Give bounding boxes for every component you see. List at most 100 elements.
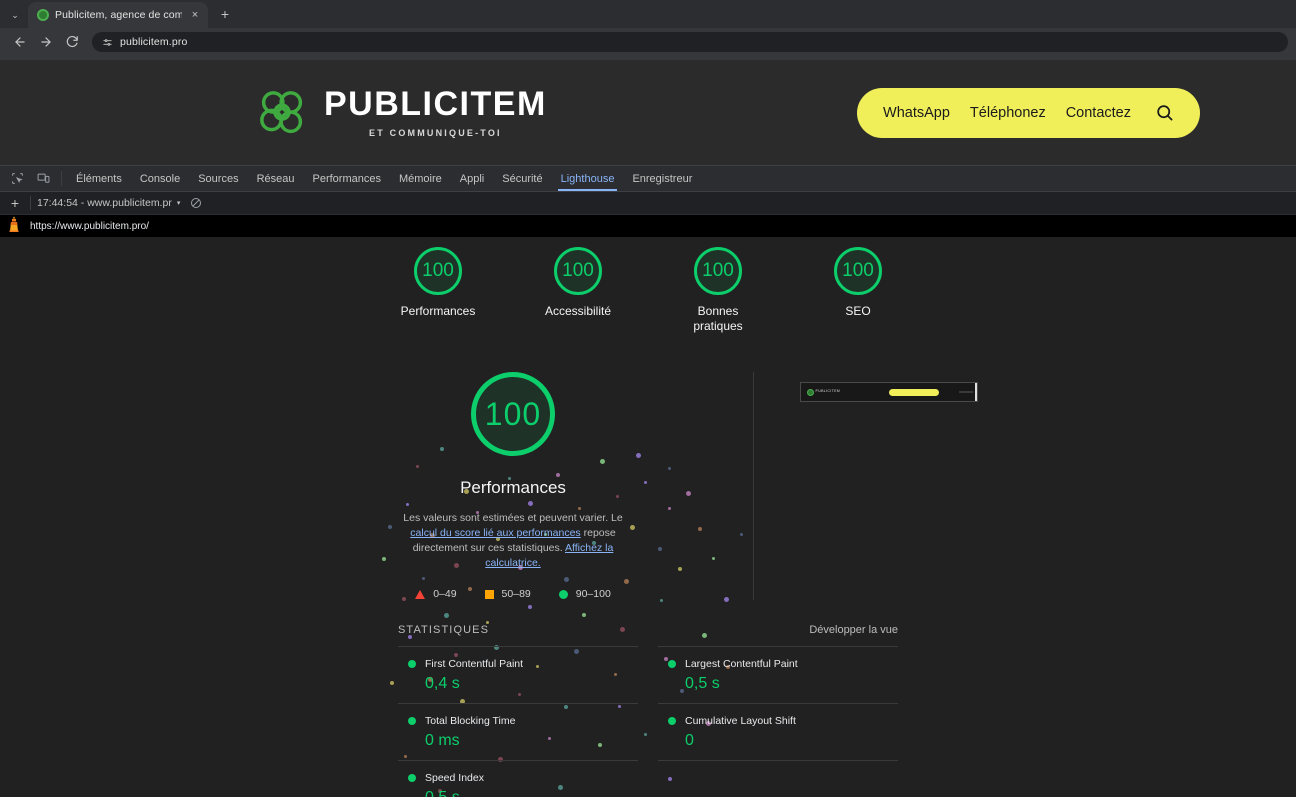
metric-label: Largest Contentful Paint [685,658,798,670]
clear-icon[interactable] [190,197,202,209]
site-logo[interactable]: PUBLICITEM ET COMMUNIQUE-TOI [254,85,547,141]
site-nav-pill: WhatsApp Téléphonez Contactez [857,87,1200,138]
devtools-tab-elements[interactable]: Éléments [67,166,131,191]
devtools-tab-security[interactable]: Sécurité [493,166,551,191]
report-run-select[interactable]: 17:44:54 - www.publicitem.pr ▾ [37,197,180,209]
expand-view-button[interactable]: Développer la vue [809,624,898,636]
devtools-tab-network[interactable]: Réseau [248,166,304,191]
devtools-tabbar: Éléments Console Sources Réseau Performa… [0,166,1296,192]
status-pass-icon [408,717,416,725]
gauge-score: 100 [834,247,882,295]
nav-link-telephonez[interactable]: Téléphonez [970,105,1046,121]
metric-header: Speed Index [408,772,638,784]
inspect-element-icon[interactable] [4,166,30,191]
browser-tab-title: Publicitem, agence de commun [55,9,182,21]
metric-total-blocking-time[interactable]: Total Blocking Time 0 ms [398,703,638,760]
thumbnail-logo-icon [806,388,814,396]
chevron-down-icon: ▾ [176,200,181,207]
toolbar-divider [61,171,62,186]
forward-icon[interactable] [34,30,58,54]
statistics-header: STATISTIQUES Développer la vue [398,624,898,636]
metric-largest-contentful-paint[interactable]: Largest Contentful Paint 0,5 s [658,646,898,703]
gauge-accessibilite[interactable]: 100 Accessibilité [522,247,634,334]
gauge-score: 100 [694,247,742,295]
back-icon[interactable] [8,30,32,54]
page-title: Performances [460,478,566,497]
devtools-panel: Éléments Console Sources Réseau Performa… [0,165,1296,797]
browser-toolbar: publicitem.pro [0,28,1296,56]
legend-range: 0–49 [433,588,457,600]
devtools-tab-performance[interactable]: Performances [304,166,390,191]
browser-tab[interactable]: Publicitem, agence de commun × [28,2,208,28]
legend-range: 90–100 [575,588,611,600]
legend-item-pass: 90–100 [558,588,611,600]
triangle-icon [415,589,426,599]
close-icon[interactable]: × [188,8,202,22]
metric-label: Speed Index [425,772,484,784]
metric-first-contentful-paint[interactable]: First Contentful Paint 0,4 s [398,646,638,703]
devtools-tab-sources[interactable]: Sources [189,166,247,191]
gauge-score: 100 [414,247,462,295]
site-favicon-icon [37,9,49,21]
circle-icon [558,589,568,599]
clover-logo-icon [260,90,303,133]
devtools-tab-recorder[interactable]: Enregistreur [623,166,701,191]
lighthouse-icon [8,216,20,237]
gauge-label: SEO [845,304,871,318]
gauge-seo[interactable]: 100 SEO [802,247,914,334]
disclaimer-part-1: Les valeurs sont estimées et peuvent var… [403,512,623,524]
status-pass-icon [668,660,676,668]
gauge-label: Bonnes pratiques [693,304,743,333]
gauge-performances[interactable]: 100 Performances [382,247,494,334]
omnibox[interactable]: publicitem.pro [92,32,1288,52]
thumbnail-logo-text: PUBLICITEM [815,389,841,394]
metric-header: Cumulative Layout Shift [668,715,898,727]
reload-icon[interactable] [60,30,84,54]
main-score-gauge: 100 [471,372,555,456]
devtools-tab-application[interactable]: Appli [451,166,493,191]
gauge-score: 100 [554,247,602,295]
lighthouse-report-url: https://www.publicitem.pro/ [30,220,149,232]
tune-icon[interactable] [102,37,113,48]
omnibox-url: publicitem.pro [120,36,188,48]
logo-tagline: ET COMMUNIQUE-TOI [369,128,502,138]
statistics-title: STATISTIQUES [398,624,490,636]
metric-header: First Contentful Paint [408,658,638,670]
metric-speed-index[interactable]: Speed Index 0,5 s [398,760,638,797]
score-legend: 0–49 50–89 90–100 [415,588,611,600]
logo-text: PUBLICITEM ET COMMUNIQUE-TOI [324,87,547,138]
metric-label: Total Blocking Time [425,715,516,727]
thumbnail-logo: PUBLICITEM [806,388,841,396]
site-header: PUBLICITEM ET COMMUNIQUE-TOI WhatsApp Té… [0,60,1296,165]
report-run-label: 17:44:54 - www.publicitem.pr [37,197,172,209]
nav-link-contactez[interactable]: Contactez [1066,105,1131,121]
metric-label: First Contentful Paint [425,658,524,670]
devtools-tab-memory[interactable]: Mémoire [390,166,451,191]
page-screenshot-thumbnail[interactable]: PUBLICITEM [799,382,978,402]
tabstrip-chevron-icon[interactable]: ⌄ [2,2,28,28]
browser-tabstrip: ⌄ Publicitem, agence de commun × + [0,0,1296,28]
metric-value: 0,5 s [425,789,638,797]
gauge-label: Accessibilité [544,304,612,318]
new-tab-button[interactable]: + [212,1,238,27]
metric-header: Total Blocking Time [408,715,638,727]
metric-cumulative-layout-shift[interactable]: Cumulative Layout Shift 0 [658,703,898,760]
metric-header: Largest Contentful Paint [668,658,898,670]
metrics-grid-spacer [658,760,898,797]
lighthouse-url-bar: https://www.publicitem.pro/ [0,215,1296,237]
thumbnail-nav-pill [888,388,939,396]
gauge-bonnes-pratiques[interactable]: 100 Bonnes pratiques [662,247,774,334]
lighthouse-subbar: + 17:44:54 - www.publicitem.pr ▾ [0,192,1296,215]
performance-summary: 100 Performances Les valeurs sont estimé… [273,372,753,600]
thumbnail-line [958,391,973,393]
nav-link-whatsapp[interactable]: WhatsApp [883,105,950,121]
device-toolbar-icon[interactable] [30,166,56,191]
search-icon[interactable] [1155,103,1174,122]
devtools-tab-console[interactable]: Console [131,166,189,191]
logo-wordmark: PUBLICITEM [324,85,547,123]
score-calculation-link[interactable]: calcul du score lié aux performances [410,527,580,539]
category-gauges: 100 Performances 100 Accessibilité 100 B… [0,237,1296,334]
metric-value: 0 ms [425,732,460,749]
new-report-button[interactable]: + [6,194,24,212]
devtools-tab-lighthouse[interactable]: Lighthouse [552,166,624,191]
